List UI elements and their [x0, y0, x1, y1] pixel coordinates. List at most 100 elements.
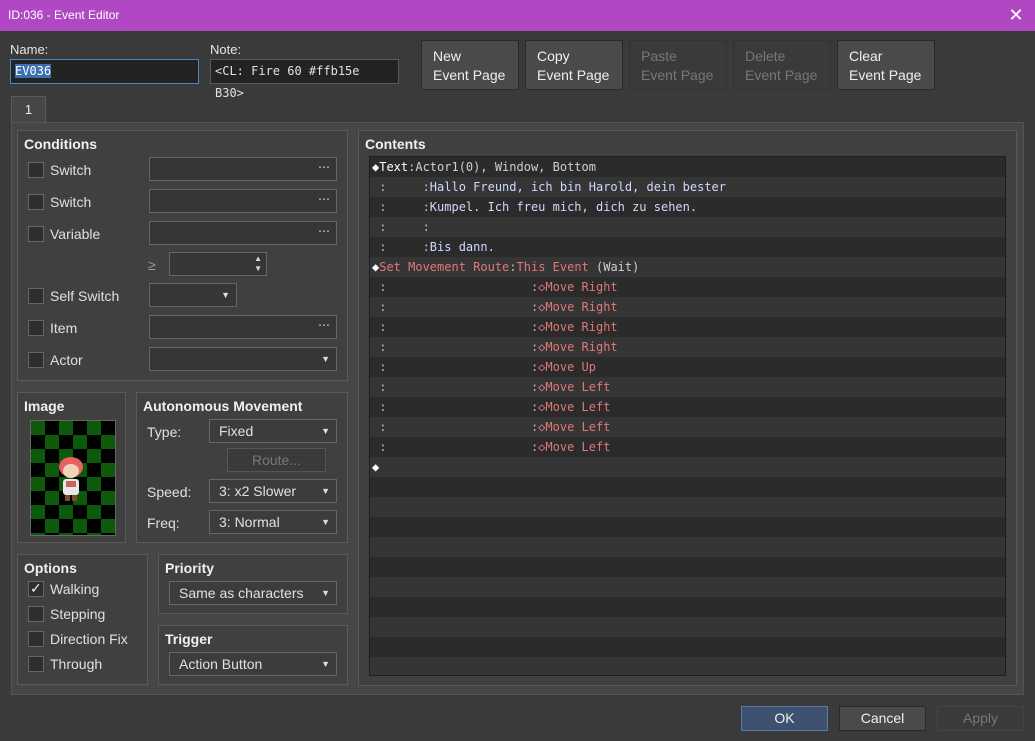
name-input[interactable]: EV036 [10, 59, 199, 84]
command-row[interactable]: ◆Set Movement Route:This Event (Wait) [370, 257, 1005, 277]
command-row[interactable]: : :Bis dann. [370, 237, 1005, 257]
options-group: Options Walking Stepping Direction Fix T… [17, 554, 148, 685]
command-row[interactable]: ◆Text:Actor1(0), Window, Bottom [370, 157, 1005, 177]
movement-speed-dropdown[interactable]: 3: x2 Slower ▼ [209, 479, 337, 503]
command-row[interactable]: : :Kumpel. Ich freu mich, dich zu sehen. [370, 197, 1005, 217]
movement-type-dropdown[interactable]: Fixed ▼ [209, 419, 337, 443]
chevron-down-icon: ▼ [321, 517, 330, 527]
variable-label: Variable [50, 226, 101, 242]
image-title: Image [24, 398, 65, 414]
freq-label: Freq: [147, 515, 180, 531]
event-command-list[interactable]: ◆Text:Actor1(0), Window, Bottom : :Hallo… [369, 156, 1006, 676]
button-line2: Event Page [849, 67, 922, 83]
switch1-selector[interactable]: ⋯ [149, 157, 337, 181]
command-text: : : [372, 200, 430, 214]
command-row[interactable]: : :◇Move Left [370, 377, 1005, 397]
command-row[interactable] [370, 557, 1005, 577]
clear-event-page-button[interactable]: Clear Event Page [837, 40, 935, 90]
command-row[interactable] [370, 637, 1005, 657]
self-switch-label: Self Switch [50, 288, 120, 304]
switch1-checkbox[interactable] [28, 162, 44, 178]
tab-page-1[interactable]: 1 [11, 96, 46, 123]
command-row[interactable]: : :◇Move Right [370, 277, 1005, 297]
command-row[interactable] [370, 657, 1005, 675]
movement-freq-dropdown[interactable]: 3: Normal ▼ [209, 510, 337, 534]
item-checkbox[interactable] [28, 320, 44, 336]
self-switch-dropdown[interactable]: ▼ [149, 283, 237, 307]
switch2-selector[interactable]: ⋯ [149, 189, 337, 213]
paste-event-page-button[interactable]: Paste Event Page [629, 40, 727, 90]
route-button[interactable]: Route... [227, 448, 326, 472]
button-line2: Event Page [433, 67, 506, 83]
command-text: : : [372, 340, 539, 354]
priority-value: Same as characters [179, 585, 304, 601]
delete-event-page-button[interactable]: Delete Event Page [733, 40, 831, 90]
chevron-down-icon: ▼ [321, 659, 330, 669]
command-text: : : [372, 220, 430, 234]
options-title: Options [24, 560, 77, 576]
item-selector[interactable]: ⋯ [149, 315, 337, 339]
command-row[interactable] [370, 597, 1005, 617]
movement-type-value: Fixed [219, 423, 254, 439]
chevron-down-icon: ▼ [321, 486, 330, 496]
command-text: : : [372, 420, 539, 434]
priority-dropdown[interactable]: Same as characters ▼ [169, 581, 337, 605]
command-row[interactable] [370, 617, 1005, 637]
command-row[interactable] [370, 477, 1005, 497]
new-event-page-button[interactable]: New Event Page [421, 40, 519, 90]
copy-event-page-button[interactable]: Copy Event Page [525, 40, 623, 90]
direction-fix-label: Direction Fix [50, 631, 128, 647]
command-row[interactable]: : : [370, 217, 1005, 237]
command-row[interactable]: : :◇Move Up [370, 357, 1005, 377]
character-image-preview[interactable] [30, 420, 116, 536]
cancel-button[interactable]: Cancel [839, 706, 926, 731]
command-row[interactable]: : :◇Move Left [370, 397, 1005, 417]
command-row[interactable] [370, 537, 1005, 557]
command-text: : : [372, 300, 539, 314]
button-line2: Event Page [641, 67, 714, 83]
command-row[interactable]: : :◇Move Right [370, 317, 1005, 337]
trigger-dropdown[interactable]: Action Button ▼ [169, 652, 337, 676]
command-text: : : [372, 180, 430, 194]
variable-selector[interactable]: ⋯ [149, 221, 337, 245]
command-text: Bis dann. [429, 240, 495, 254]
ok-button[interactable]: OK [741, 706, 828, 731]
speed-label: Speed: [147, 484, 192, 500]
command-text: : : [372, 440, 539, 454]
stepping-checkbox[interactable] [28, 606, 44, 622]
command-row[interactable]: ◆ [370, 457, 1005, 477]
command-row[interactable] [370, 577, 1005, 597]
command-row[interactable]: : :◇Move Right [370, 297, 1005, 317]
actor-dropdown[interactable]: ▼ [149, 347, 337, 371]
command-row[interactable] [370, 517, 1005, 537]
actor-checkbox[interactable] [28, 352, 44, 368]
command-text: ◇Move Up [538, 360, 596, 374]
through-checkbox[interactable] [28, 656, 44, 672]
command-text: : : [372, 280, 539, 294]
apply-button[interactable]: Apply [937, 706, 1024, 731]
chevron-down-icon: ▼ [321, 588, 330, 598]
command-text: Actor1(0), Window, Bottom [415, 160, 596, 174]
switch2-checkbox[interactable] [28, 194, 44, 210]
self-switch-checkbox[interactable] [28, 288, 44, 304]
chevron-down-icon: ▼ [321, 354, 330, 364]
command-text: ◇Move Left [538, 380, 611, 394]
command-row[interactable]: : :◇Move Left [370, 417, 1005, 437]
actor-label: Actor [50, 352, 83, 368]
variable-value-spinner[interactable]: ▲ ▼ [169, 252, 267, 276]
command-row[interactable]: : :◇Move Right [370, 337, 1005, 357]
priority-title: Priority [165, 560, 215, 576]
switch2-label: Switch [50, 194, 92, 210]
command-row[interactable]: : :Hallo Freund, ich bin Harold, dein be… [370, 177, 1005, 197]
direction-fix-checkbox[interactable] [28, 631, 44, 647]
trigger-value: Action Button [179, 656, 263, 672]
close-icon[interactable]: ✕ [1005, 4, 1027, 26]
walking-checkbox[interactable] [28, 580, 44, 597]
command-row[interactable]: : :◇Move Left [370, 437, 1005, 457]
command-row[interactable] [370, 497, 1005, 517]
spinner-arrows-icon[interactable]: ▲ ▼ [254, 254, 262, 274]
name-value: EV036 [15, 64, 52, 78]
note-input[interactable]: <CL: Fire 60 #ffb15e B30> [210, 59, 399, 100]
variable-checkbox[interactable] [28, 226, 44, 242]
note-label: Note: [210, 42, 242, 57]
